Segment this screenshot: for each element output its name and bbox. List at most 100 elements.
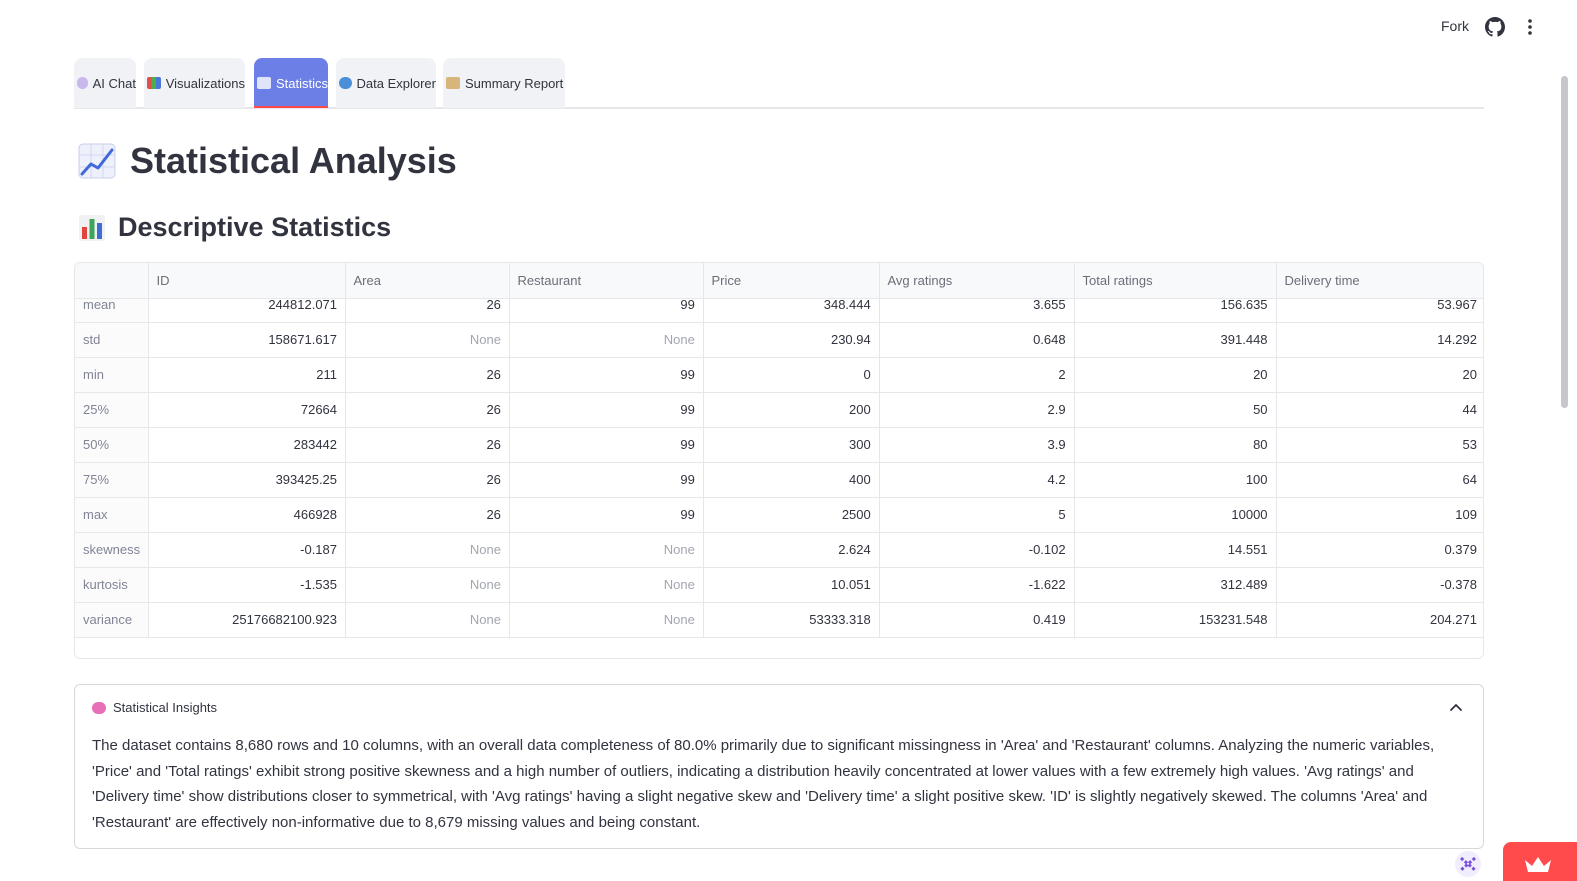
column-header[interactable]: Avg ratings xyxy=(879,263,1075,299)
table-cell[interactable]: 109 xyxy=(1276,497,1483,533)
table-cell[interactable]: 26 xyxy=(345,427,510,463)
table-cell[interactable]: 0.379 xyxy=(1276,532,1483,568)
row-index-cell[interactable]: 75% xyxy=(75,462,150,498)
row-index-cell[interactable]: max xyxy=(75,497,150,533)
github-icon[interactable] xyxy=(1485,17,1505,37)
tab-summary-report[interactable]: Summary Report xyxy=(443,58,565,108)
table-cell[interactable]: None xyxy=(345,602,510,638)
table-cell[interactable]: 99 xyxy=(509,462,704,498)
table-cell[interactable]: 14.292 xyxy=(1276,322,1483,358)
table-cell[interactable]: 14.551 xyxy=(1074,532,1277,568)
table-cell[interactable]: 230.94 xyxy=(703,322,880,358)
tab-visualizations[interactable]: Visualizations xyxy=(144,58,245,108)
table-cell[interactable]: 5 xyxy=(879,497,1075,533)
table-cell[interactable]: 53333.318 xyxy=(703,602,880,638)
expander-header[interactable]: Statistical Insights xyxy=(92,700,217,715)
tab-bar: AI Chat Visualizations Statistics Data E… xyxy=(74,58,1484,109)
row-index-cell[interactable]: min xyxy=(75,357,150,393)
statistical-insights-expander[interactable]: Statistical Insights The dataset contain… xyxy=(74,684,1484,849)
table-cell[interactable]: 2.9 xyxy=(879,392,1075,428)
table-cell[interactable]: None xyxy=(509,602,704,638)
table-cell[interactable]: 80 xyxy=(1074,427,1277,463)
row-index-cell[interactable]: 25% xyxy=(75,392,150,428)
table-cell[interactable]: 100 xyxy=(1074,462,1277,498)
table-cell[interactable]: 3.9 xyxy=(879,427,1075,463)
table-cell[interactable]: 158671.617 xyxy=(148,322,347,358)
row-index-cell[interactable]: variance xyxy=(75,602,150,638)
column-header[interactable]: ID xyxy=(148,263,346,299)
fork-link[interactable]: Fork xyxy=(1441,18,1469,34)
row-index-cell[interactable]: std xyxy=(75,322,150,358)
chevron-up-icon[interactable] xyxy=(1449,701,1463,715)
table-cell[interactable]: 26 xyxy=(345,497,510,533)
tab-ai-chat[interactable]: AI Chat xyxy=(74,58,136,108)
table-cell[interactable]: 20 xyxy=(1276,357,1483,393)
table-cell[interactable]: 300 xyxy=(703,427,880,463)
statistics-table[interactable]: count8680118680868086808680mean244812.07… xyxy=(74,262,1484,659)
table-cell[interactable]: 0 xyxy=(703,357,880,393)
tab-statistics[interactable]: Statistics xyxy=(254,58,328,108)
table-cell[interactable]: -0.102 xyxy=(879,532,1075,568)
table-cell[interactable]: 99 xyxy=(509,497,704,533)
table-cell[interactable]: 400 xyxy=(703,462,880,498)
table-cell[interactable]: 200 xyxy=(703,392,880,428)
table-cell[interactable]: 99 xyxy=(509,427,704,463)
column-header[interactable]: Restaurant xyxy=(509,263,704,299)
table-cell[interactable]: 393425.25 xyxy=(148,462,347,498)
table-cell[interactable]: None xyxy=(345,532,510,568)
table-cell[interactable]: None xyxy=(509,532,704,568)
table-header: ID Area Restaurant Price Avg ratings Total ra… xyxy=(75,263,1483,299)
table-cell[interactable]: None xyxy=(345,322,510,358)
index-header[interactable] xyxy=(75,263,149,299)
table-cell[interactable]: 312.489 xyxy=(1074,567,1277,603)
table-cell[interactable]: 26 xyxy=(345,462,510,498)
table-cell[interactable]: 204.271 xyxy=(1276,602,1483,638)
table-cell[interactable]: 99 xyxy=(509,392,704,428)
table-cell[interactable]: 64 xyxy=(1276,462,1483,498)
table-cell[interactable]: 26 xyxy=(345,392,510,428)
row-index-cell[interactable]: kurtosis xyxy=(75,567,150,603)
table-cell[interactable]: -0.378 xyxy=(1276,567,1483,603)
more-menu-icon[interactable] xyxy=(1520,17,1540,37)
column-header[interactable]: Area xyxy=(345,263,510,299)
table-cell[interactable]: 4.2 xyxy=(879,462,1075,498)
column-header[interactable]: Total ratings xyxy=(1074,263,1277,299)
table-cell[interactable]: 283442 xyxy=(148,427,347,463)
expander-title: Statistical Insights xyxy=(113,700,218,715)
row-index-cell[interactable]: skewness xyxy=(75,532,150,568)
table-cell[interactable]: 50 xyxy=(1074,392,1277,428)
streamlit-badge[interactable] xyxy=(1503,842,1577,881)
table-cell[interactable]: None xyxy=(509,567,704,603)
table-cell[interactable]: 10.051 xyxy=(703,567,880,603)
table-cell[interactable]: 0.419 xyxy=(879,602,1075,638)
table-cell[interactable]: 153231.548 xyxy=(1074,602,1277,638)
table-cell[interactable]: 2500 xyxy=(703,497,880,533)
column-header[interactable]: Delivery time xyxy=(1276,263,1483,299)
table-cell[interactable]: 466928 xyxy=(148,497,347,533)
row-index-cell[interactable]: 50% xyxy=(75,427,150,463)
table-cell[interactable]: 72664 xyxy=(148,392,347,428)
tab-data-explorer[interactable]: Data Explorer xyxy=(336,58,436,108)
tab-label: Statistics xyxy=(275,75,328,91)
speech-bubble-icon xyxy=(77,77,88,89)
column-header[interactable]: Price xyxy=(703,263,880,299)
table-cell[interactable]: -1.622 xyxy=(879,567,1075,603)
table-cell[interactable]: 20 xyxy=(1074,357,1277,393)
table-cell[interactable]: 44 xyxy=(1276,392,1483,428)
table-cell[interactable]: 2.624 xyxy=(703,532,880,568)
table-cell[interactable]: -1.535 xyxy=(148,567,347,603)
table-cell[interactable]: 10000 xyxy=(1074,497,1277,533)
table-cell[interactable]: 0.648 xyxy=(879,322,1075,358)
table-cell[interactable]: 2 xyxy=(879,357,1075,393)
table-cell[interactable]: 53 xyxy=(1276,427,1483,463)
table-cell[interactable]: 391.448 xyxy=(1074,322,1277,358)
page-scrollbar[interactable] xyxy=(1561,76,1568,408)
table-cell[interactable]: None xyxy=(509,322,704,358)
streamlit-logo-icon[interactable] xyxy=(1454,850,1482,878)
table-cell[interactable]: 99 xyxy=(509,357,704,393)
table-cell[interactable]: None xyxy=(345,567,510,603)
table-cell[interactable]: 25176682100.923 xyxy=(148,602,347,638)
table-cell[interactable]: -0.187 xyxy=(148,532,347,568)
table-cell[interactable]: 26 xyxy=(345,357,510,393)
table-cell[interactable]: 211 xyxy=(148,357,347,393)
